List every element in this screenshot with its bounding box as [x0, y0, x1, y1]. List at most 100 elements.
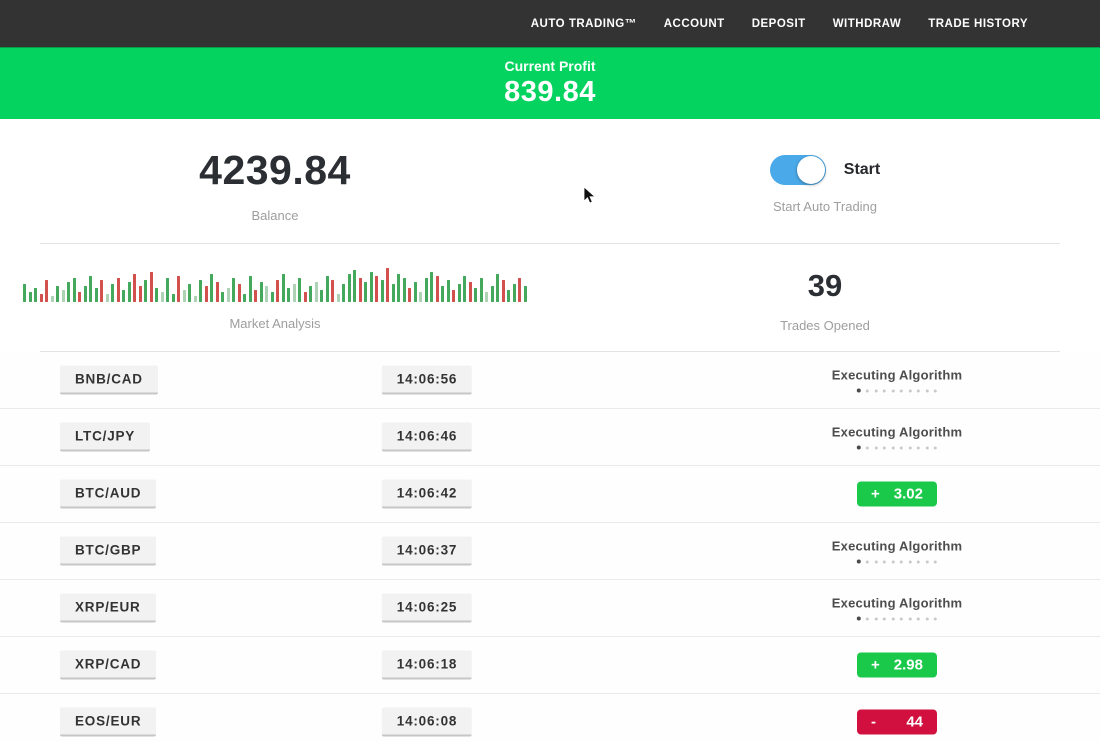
- chart-bar: [403, 278, 406, 302]
- balance-value: 4239.84: [0, 147, 550, 194]
- profit-badge: +2.98: [857, 653, 937, 678]
- progress-dots: [832, 617, 962, 621]
- pair-chip: XRP/EUR: [60, 594, 156, 623]
- trade-status: -44: [857, 710, 937, 735]
- chart-bar: [370, 272, 373, 302]
- chart-bar: [254, 290, 257, 302]
- chart-bar: [144, 280, 147, 302]
- chart-bar: [513, 284, 516, 302]
- chart-bar: [293, 284, 296, 302]
- chart-bar: [23, 284, 26, 302]
- chart-bar: [122, 290, 125, 302]
- market-analysis-chart: [0, 266, 550, 302]
- nav-item-deposit[interactable]: DEPOSIT: [752, 18, 806, 30]
- chart-bar: [100, 280, 103, 302]
- chart-bar: [150, 272, 153, 302]
- chart-bar: [56, 286, 59, 302]
- chart-bar: [304, 292, 307, 302]
- chart-bar: [469, 282, 472, 302]
- trade-row: XRP/EUR14:06:25Executing Algorithm: [0, 580, 1100, 637]
- trade-time: 14:06:08: [382, 708, 472, 737]
- chart-bar: [496, 274, 499, 302]
- chart-bar: [89, 276, 92, 302]
- chart-bar: [45, 280, 48, 302]
- chart-bar: [188, 284, 191, 302]
- nav-item-auto-trading[interactable]: AUTO TRADING™: [531, 18, 637, 30]
- profit-badge: +3.02: [857, 482, 937, 507]
- chart-bar: [29, 292, 32, 302]
- chart-bar: [249, 276, 252, 302]
- chart-bar: [62, 290, 65, 302]
- trade-row: BTC/GBP14:06:37Executing Algorithm: [0, 523, 1100, 580]
- chart-bar: [199, 280, 202, 302]
- chart-bar: [161, 292, 164, 302]
- trade-row: XRP/CAD14:06:18+2.98: [0, 637, 1100, 694]
- chart-bar: [194, 296, 197, 302]
- chart-bar: [155, 288, 158, 302]
- current-profit-label: Current Profit: [0, 58, 1100, 74]
- chart-bar: [381, 280, 384, 302]
- chart-bar: [84, 286, 87, 302]
- summary-row-top: 4239.84 Balance Start Start Auto Trading: [0, 119, 1100, 243]
- trades-opened-value: 39: [550, 268, 1100, 304]
- trade-row: BTC/AUD14:06:42+3.02: [0, 466, 1100, 523]
- chart-bar: [463, 276, 466, 302]
- chart-bar: [474, 288, 477, 302]
- start-toggle-label: Start: [844, 161, 880, 179]
- chart-bar: [518, 278, 521, 302]
- chart-bar: [452, 290, 455, 302]
- trade-time: 14:06:56: [382, 366, 472, 395]
- chart-bar: [298, 278, 301, 302]
- chart-bar: [183, 290, 186, 302]
- chart-bar: [337, 294, 340, 302]
- chart-bar: [133, 274, 136, 302]
- chart-bar: [139, 286, 142, 302]
- chart-bar: [276, 280, 279, 302]
- chart-bar: [111, 284, 114, 302]
- chart-bar: [348, 274, 351, 302]
- trade-status: +3.02: [857, 482, 937, 507]
- nav-item-account[interactable]: ACCOUNT: [664, 18, 725, 30]
- chart-bar: [320, 290, 323, 302]
- chart-bar: [359, 278, 362, 302]
- nav-item-trade-history[interactable]: TRADE HISTORY: [928, 18, 1028, 30]
- chart-bar: [485, 292, 488, 302]
- chart-bar: [221, 292, 224, 302]
- start-auto-trading-toggle[interactable]: [770, 155, 826, 185]
- trades-list: BNB/CAD14:06:56Executing AlgorithmLTC/JP…: [0, 352, 1100, 742]
- chart-bar: [172, 294, 175, 302]
- chart-bar: [315, 282, 318, 302]
- market-analysis-label: Market Analysis: [0, 316, 550, 331]
- progress-dots: [832, 560, 962, 564]
- trades-opened-section: 39 Trades Opened: [550, 266, 1100, 333]
- chart-bar: [425, 278, 428, 302]
- nav-item-withdraw[interactable]: WITHDRAW: [833, 18, 902, 30]
- chart-bar: [309, 286, 312, 302]
- trade-time: 14:06:46: [382, 423, 472, 452]
- progress-dots: [832, 389, 962, 393]
- chart-bar: [326, 276, 329, 302]
- chart-bar: [232, 278, 235, 302]
- chart-bar: [238, 284, 241, 302]
- trade-time: 14:06:25: [382, 594, 472, 623]
- balance-section: 4239.84 Balance: [0, 147, 550, 223]
- toggle-knob: [797, 156, 825, 184]
- trade-status: +2.98: [857, 653, 937, 678]
- chart-bar: [166, 278, 169, 302]
- pair-chip: EOS/EUR: [60, 708, 156, 737]
- trade-row: BNB/CAD14:06:56Executing Algorithm: [0, 352, 1100, 409]
- chart-bar: [491, 286, 494, 302]
- chart-bar: [106, 294, 109, 302]
- top-nav: AUTO TRADING™ ACCOUNT DEPOSIT WITHDRAW TRADE…: [0, 0, 1100, 47]
- chart-bar: [430, 272, 433, 302]
- chart-bar: [502, 280, 505, 302]
- trade-status: Executing Algorithm: [832, 425, 962, 450]
- chart-bar: [447, 280, 450, 302]
- trade-row: EOS/EUR 14:06:08 -44: [0, 694, 1100, 742]
- chart-bar: [78, 292, 81, 302]
- trade-status: Executing Algorithm: [832, 368, 962, 393]
- pair-chip: BTC/GBP: [60, 537, 156, 566]
- chart-bar: [282, 274, 285, 302]
- pair-chip: XRP/CAD: [60, 651, 156, 680]
- chart-bar: [436, 276, 439, 302]
